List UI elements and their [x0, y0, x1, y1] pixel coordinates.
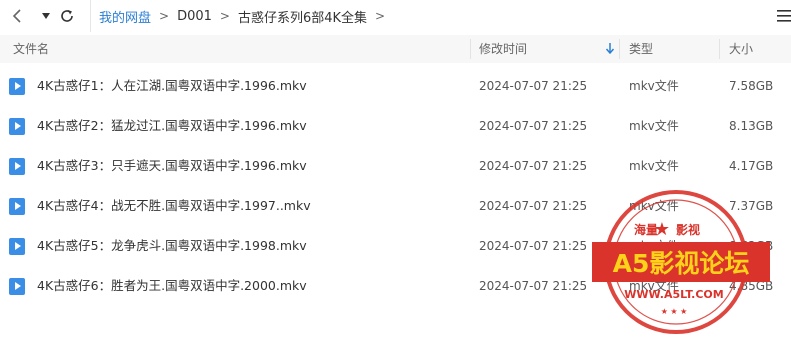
svg-text:★ ★ ★: ★ ★ ★	[661, 307, 688, 316]
file-name[interactable]: 4K古惑仔6：胜者为王.国粤双语中字.2000.mkv	[37, 266, 307, 306]
file-date: 2024-07-07 21:25	[479, 239, 588, 253]
file-size: 4.85GB	[729, 279, 774, 293]
file-row[interactable]: 4K古惑仔5：龙争虎斗.国粤双语中字.1998.mkv 2024-07-07 2…	[0, 226, 791, 266]
column-divider[interactable]	[619, 39, 620, 59]
file-size: 4.17GB	[729, 159, 774, 173]
column-header-name[interactable]: 文件名	[13, 35, 49, 63]
breadcrumb: 我的网盘 > D001 > 古惑仔系列6部4K全集 >	[90, 0, 393, 32]
arrow-down-icon[interactable]	[605, 43, 615, 57]
file-name[interactable]: 4K古惑仔4：战无不胜.国粤双语中字.1997..mkv	[37, 186, 311, 226]
file-name[interactable]: 4K古惑仔5：龙争虎斗.国粤双语中字.1998.mkv	[37, 226, 307, 266]
column-header-date[interactable]: 修改时间	[479, 35, 527, 63]
breadcrumb-separator: >	[375, 9, 386, 23]
file-name[interactable]: 4K古惑仔1：人在江湖.国粤双语中字.1996.mkv	[37, 66, 307, 106]
column-divider[interactable]	[719, 39, 720, 59]
refresh-icon[interactable]	[58, 7, 76, 25]
file-type: mkv文件	[629, 199, 679, 213]
video-file-icon	[9, 238, 25, 255]
video-file-icon	[9, 118, 25, 135]
file-type: mkv文件	[629, 279, 679, 293]
file-type: mkv文件	[629, 119, 679, 133]
file-type: mkv文件	[629, 79, 679, 93]
file-type: mkv文件	[629, 239, 679, 253]
breadcrumb-my-disk[interactable]: 我的网盘	[99, 7, 151, 26]
file-size: 7.37GB	[729, 199, 774, 213]
video-file-icon	[9, 78, 25, 95]
file-type: mkv文件	[629, 159, 679, 173]
video-file-icon	[9, 158, 25, 175]
file-row[interactable]: 4K古惑仔3：只手遮天.国粤双语中字.1996.mkv 2024-07-07 2…	[0, 146, 791, 186]
column-divider[interactable]	[470, 39, 471, 59]
column-header-size[interactable]: 大小	[729, 35, 753, 63]
file-date: 2024-07-07 21:25	[479, 119, 588, 133]
file-name[interactable]: 4K古惑仔2：猛龙过江.国粤双语中字.1996.mkv	[37, 106, 307, 146]
file-name[interactable]: 4K古惑仔3：只手遮天.国粤双语中字.1996.mkv	[37, 146, 307, 186]
file-size: 8.13GB	[729, 119, 774, 133]
file-row[interactable]: 4K古惑仔4：战无不胜.国粤双语中字.1997..mkv 2024-07-07 …	[0, 186, 791, 226]
column-header-type[interactable]: 类型	[629, 35, 653, 63]
navigation-bar: 我的网盘 > D001 > 古惑仔系列6部4K全集 >	[0, 0, 791, 32]
file-row[interactable]: 4K古惑仔1：人在江湖.国粤双语中字.1996.mkv 2024-07-07 2…	[0, 66, 791, 106]
breadcrumb-separator: >	[219, 9, 230, 23]
breadcrumb-separator: >	[159, 9, 170, 23]
video-file-icon	[9, 278, 25, 295]
file-date: 2024-07-07 21:25	[479, 79, 588, 93]
file-date: 2024-07-07 21:25	[479, 199, 588, 213]
dropdown-triangle-icon[interactable]	[37, 7, 55, 25]
file-size: 7.58GB	[729, 79, 774, 93]
file-date: 2024-07-07 21:25	[479, 279, 588, 293]
breadcrumb-current-folder[interactable]: 古惑仔系列6部4K全集	[238, 7, 367, 26]
chevron-left-icon[interactable]	[8, 7, 26, 25]
breadcrumb-d001[interactable]: D001	[177, 9, 212, 24]
video-file-icon	[9, 198, 25, 215]
file-date: 2024-07-07 21:25	[479, 159, 588, 173]
list-view-icon[interactable]	[777, 7, 791, 25]
table-header: 文件名 修改时间 类型 大小	[0, 35, 791, 63]
file-row[interactable]: 4K古惑仔6：胜者为王.国粤双语中字.2000.mkv 2024-07-07 2…	[0, 266, 791, 306]
file-row[interactable]: 4K古惑仔2：猛龙过江.国粤双语中字.1996.mkv 2024-07-07 2…	[0, 106, 791, 146]
file-size: 8.62GB	[729, 239, 774, 253]
